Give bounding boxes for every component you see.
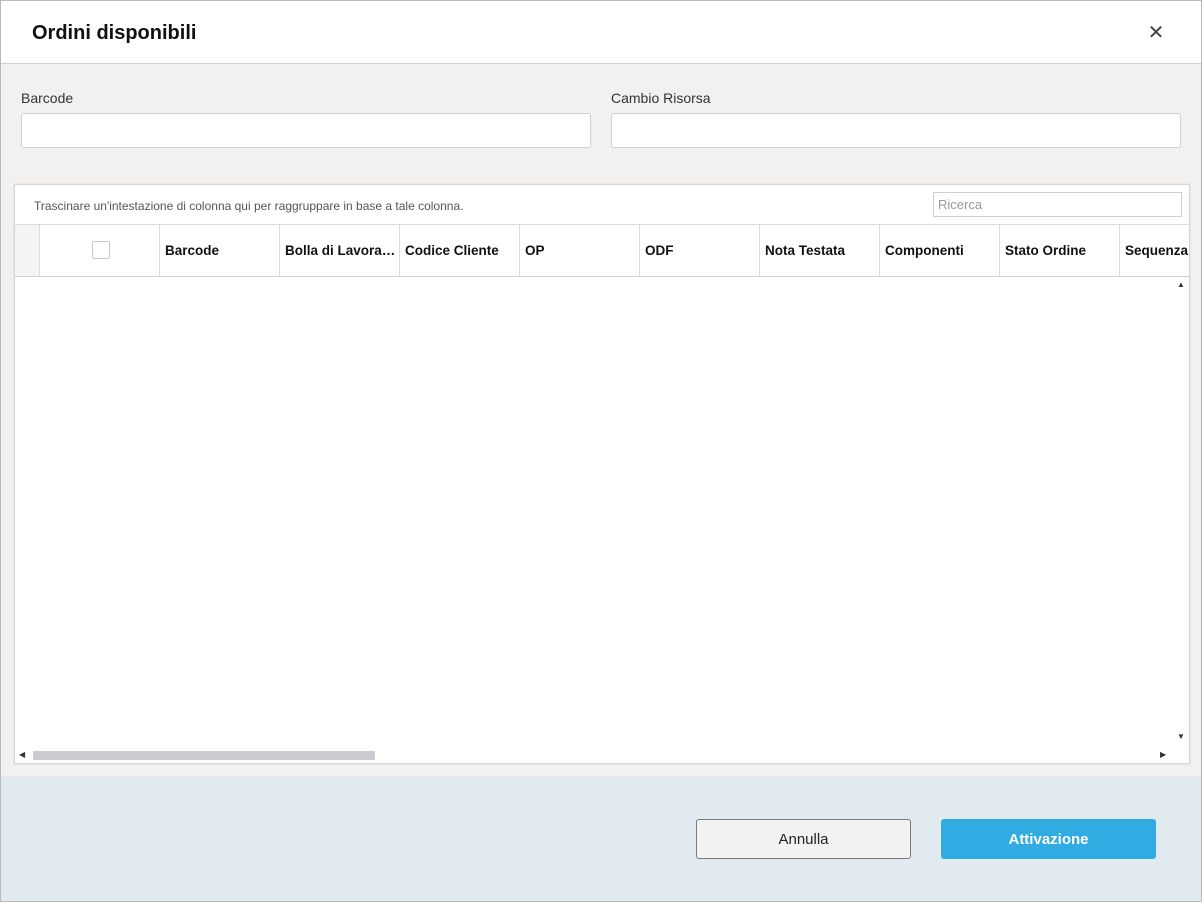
- column-header-select: [40, 225, 160, 276]
- orders-grid: Trascinare un'intestazione di colonna qu…: [14, 184, 1190, 764]
- group-panel-hint: Trascinare un'intestazione di colonna qu…: [34, 199, 464, 213]
- cancel-button[interactable]: Annulla: [696, 819, 911, 859]
- column-header-row: Barcode Bolla di Lavorazione Codice Clie…: [15, 225, 1189, 277]
- grid-search-input[interactable]: [933, 192, 1182, 217]
- barcode-label: Barcode: [21, 90, 74, 106]
- group-panel[interactable]: Trascinare un'intestazione di colonna qu…: [15, 185, 1189, 225]
- activate-button[interactable]: Attivazione: [941, 819, 1156, 859]
- close-icon[interactable]: ✕: [1144, 21, 1168, 45]
- row-indicator-header: [15, 225, 40, 276]
- orders-dialog: Ordini disponibili ✕ Barcode Cambio Riso…: [0, 0, 1202, 902]
- cambio-risorsa-input[interactable]: [611, 113, 1181, 148]
- column-header-sequenza[interactable]: Sequenza: [1120, 225, 1189, 276]
- column-header-componenti[interactable]: Componenti: [880, 225, 1000, 276]
- scroll-right-arrow-icon[interactable]: ▶: [1160, 751, 1166, 759]
- column-header-nota-testata[interactable]: Nota Testata: [760, 225, 880, 276]
- column-header-odf[interactable]: ODF: [640, 225, 760, 276]
- column-header-stato-ordine[interactable]: Stato Ordine: [1000, 225, 1120, 276]
- column-header-op[interactable]: OP: [520, 225, 640, 276]
- grid-body: [15, 277, 1173, 745]
- horizontal-scroll-thumb[interactable]: [33, 751, 375, 760]
- column-header-barcode[interactable]: Barcode: [160, 225, 280, 276]
- scroll-down-arrow-icon[interactable]: ▼: [1177, 733, 1185, 741]
- cambio-risorsa-label: Cambio Risorsa: [611, 90, 711, 106]
- dialog-footer: Annulla Attivazione: [1, 776, 1201, 901]
- scroll-left-arrow-icon[interactable]: ◀: [19, 751, 25, 759]
- dialog-title: Ordini disponibili: [32, 22, 197, 44]
- scroll-up-arrow-icon[interactable]: ▲: [1177, 281, 1185, 289]
- column-header-codice-cliente[interactable]: Codice Cliente: [400, 225, 520, 276]
- column-header-bolla-di-lavorazione[interactable]: Bolla di Lavorazione: [280, 225, 400, 276]
- select-all-checkbox[interactable]: [92, 241, 110, 259]
- vertical-scrollbar[interactable]: ▲ ▼: [1173, 277, 1189, 745]
- barcode-input[interactable]: [21, 113, 591, 148]
- dialog-header: Ordini disponibili ✕: [1, 1, 1201, 64]
- horizontal-scrollbar[interactable]: ◀ ▶: [15, 747, 1173, 763]
